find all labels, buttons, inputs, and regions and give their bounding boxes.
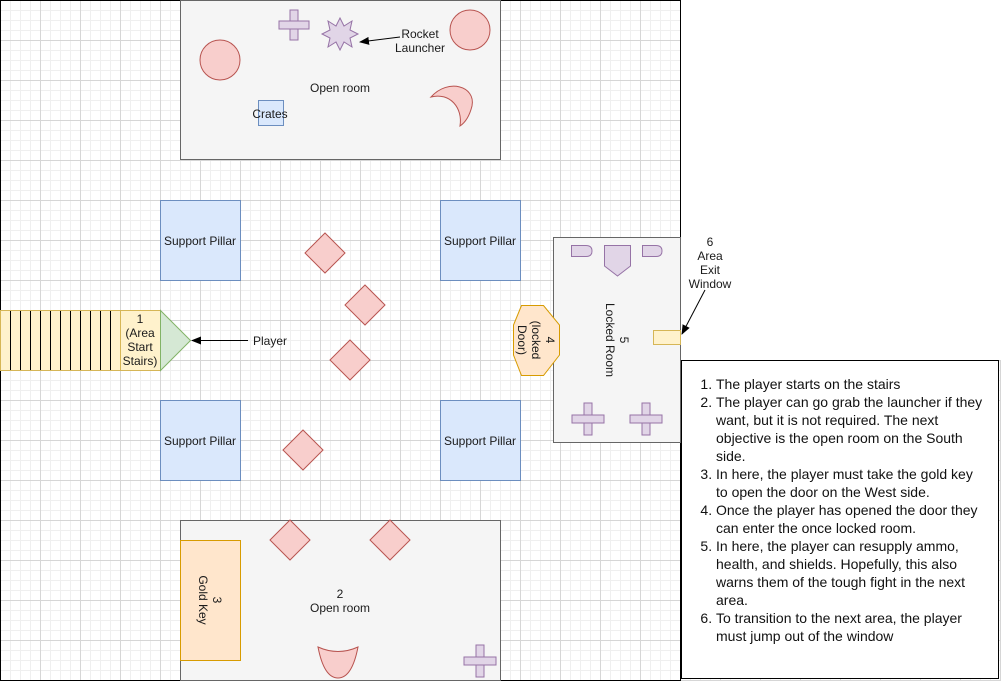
support-pillar-label: Support Pillar [163,234,237,248]
pickup-shield-right[interactable] [642,245,663,257]
start-stairs-label: 1 (Area Start Stairs) [122,312,158,368]
open-room-north-label: Open room [309,81,371,95]
open-room-south-label: 2 Open room [309,587,371,615]
note-item: To transition to the next area, the play… [716,609,984,645]
exit-window-label: 6 Area Exit Window [688,235,732,291]
note-item: The player can go grab the launcher if t… [716,393,984,465]
enemy-diamond[interactable] [344,284,386,326]
crates-label: Crates [252,107,288,121]
support-pillar-label: Support Pillar [163,434,237,448]
note-item: In here, the player must take the gold k… [716,465,984,501]
notes-panel: The player starts on the stairs The play… [681,360,999,679]
enemy-circle-nw[interactable] [199,39,241,81]
enemy-diamond[interactable] [329,339,371,381]
support-pillar-label: Support Pillar [443,234,517,248]
player-marker[interactable] [160,309,192,372]
locked-door-label: 4 (locked Door) [515,320,557,360]
exit-window[interactable] [653,330,681,345]
note-item: The player starts on the stairs [716,375,984,393]
note-item: In here, the player can resupply ammo, h… [716,537,984,609]
enemy-diamond[interactable] [282,429,324,471]
locked-room-label: 5 Locked Room [603,302,631,378]
rocket-launcher-label: Rocket Launcher [394,27,446,55]
player-label: Player [252,334,287,348]
notes-list: The player starts on the stairs The play… [682,361,998,645]
enemy-diamond[interactable] [304,232,346,274]
exit-window-arrow [681,289,706,335]
support-pillar-label: Support Pillar [443,434,517,448]
enemy-circle-ne[interactable] [449,9,491,51]
gold-key-label: 3 Gold Key [196,575,224,625]
note-item: Once the player has opened the door they… [716,501,984,537]
pickup-shield-left[interactable] [571,245,593,257]
